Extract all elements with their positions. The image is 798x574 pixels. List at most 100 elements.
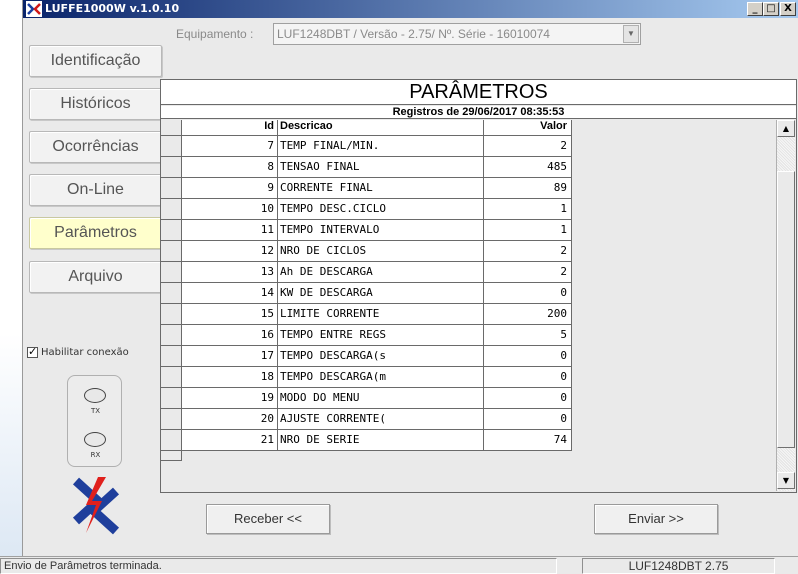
row-value-cell[interactable]: 74 (484, 430, 572, 451)
tx-rx-indicator-panel: TX RX (67, 375, 122, 467)
row-id-cell: 8 (182, 157, 278, 178)
row-description-cell: TENSAO FINAL (278, 157, 484, 178)
nav-arquivo-button[interactable]: Arquivo (29, 261, 162, 293)
row-description-cell: CORRENTE FINAL (278, 178, 484, 199)
minimize-button[interactable]: _ (747, 2, 763, 16)
row-selector[interactable] (161, 157, 182, 178)
row-description-cell: Ah DE DESCARGA (278, 262, 484, 283)
row-selector[interactable] (161, 325, 182, 346)
tx-label: TX (90, 407, 101, 415)
row-value-cell[interactable]: 485 (484, 157, 572, 178)
row-selector[interactable] (161, 199, 182, 220)
row-value-cell[interactable]: 89 (484, 178, 572, 199)
row-selector[interactable] (161, 388, 182, 409)
status-message: Envio de Parâmetros terminada. (0, 558, 557, 574)
row-value-cell[interactable]: 200 (484, 304, 572, 325)
row-id-cell: 21 (182, 430, 278, 451)
row-value-cell[interactable]: 0 (484, 346, 572, 367)
row-id-cell: 17 (182, 346, 278, 367)
row-id-cell: 11 (182, 220, 278, 241)
row-selector[interactable] (161, 409, 182, 430)
row-selector[interactable] (161, 241, 182, 262)
scroll-thumb[interactable] (777, 171, 795, 448)
background-left-strip (0, 0, 22, 556)
company-logo-icon (72, 477, 120, 535)
chevron-down-icon[interactable]: ▼ (623, 25, 639, 43)
row-id-cell: 9 (182, 178, 278, 199)
row-selector[interactable] (161, 262, 182, 283)
title-bar[interactable]: LUFFE1000W v.1.0.10 _ □ X (23, 0, 798, 18)
equipment-label: Equipamento : (176, 27, 254, 41)
nav-identificacao-button[interactable]: Identificação (29, 45, 162, 77)
receber-button[interactable]: Receber << (206, 504, 330, 534)
row-id-cell: 7 (182, 136, 278, 157)
row-description-cell: KW DE DESCARGA (278, 283, 484, 304)
row-id-cell: 12 (182, 241, 278, 262)
row-id-cell: 14 (182, 283, 278, 304)
row-value-cell[interactable]: 2 (484, 262, 572, 283)
app-icon (26, 1, 42, 17)
row-value-cell[interactable]: 0 (484, 367, 572, 388)
nav-ocorrencias-button[interactable]: Ocorrências (29, 131, 162, 163)
column-header-id[interactable]: Id (182, 120, 278, 136)
row-value-cell[interactable]: 1 (484, 199, 572, 220)
row-header-corner (161, 120, 182, 136)
row-description-cell: TEMP FINAL/MIN. (278, 136, 484, 157)
row-description-cell: MODO DO MENU (278, 388, 484, 409)
nav-historicos-button[interactable]: Históricos (29, 88, 162, 120)
column-header-valor[interactable]: Valor (484, 120, 572, 136)
row-description-cell: LIMITE CORRENTE (278, 304, 484, 325)
row-selector[interactable] (161, 220, 182, 241)
tx-led-icon (84, 388, 106, 403)
row-description-cell: NRO DE CICLOS (278, 241, 484, 262)
row-value-cell[interactable]: 5 (484, 325, 572, 346)
page-title: PARÂMETROS (161, 80, 796, 105)
row-description-cell: TEMPO ENTRE REGS (278, 325, 484, 346)
row-selector[interactable] (161, 304, 182, 325)
row-value-cell[interactable]: 0 (484, 283, 572, 304)
row-description-cell: TEMPO INTERVALO (278, 220, 484, 241)
habilitar-conexao-label: Habilitar conexão (41, 347, 129, 358)
row-value-cell[interactable]: 0 (484, 409, 572, 430)
window-title: LUFFE1000W v.1.0.10 (45, 2, 180, 15)
row-value-cell[interactable]: 0 (484, 388, 572, 409)
row-selector (161, 451, 182, 461)
scroll-down-icon[interactable]: ▼ (777, 472, 795, 489)
maximize-button[interactable]: □ (763, 2, 779, 16)
habilitar-conexao-checkbox[interactable] (27, 345, 38, 358)
status-device: LUF1248DBT 2.75 (582, 558, 775, 574)
close-button[interactable]: X (780, 2, 796, 16)
row-description-cell: TEMPO DESC.CICLO (278, 199, 484, 220)
row-id-cell: 15 (182, 304, 278, 325)
row-selector[interactable] (161, 283, 182, 304)
nav-online-button[interactable]: On-Line (29, 174, 162, 206)
row-selector[interactable] (161, 367, 182, 388)
equipment-select[interactable]: LUF1248DBT / Versão - 2.75/ Nº. Série - … (273, 23, 641, 45)
row-id-cell: 10 (182, 199, 278, 220)
row-selector[interactable] (161, 178, 182, 199)
nav-parametros-button[interactable]: Parâmetros (29, 217, 162, 249)
row-description-cell: TEMPO DESCARGA(s (278, 346, 484, 367)
row-value-cell[interactable]: 2 (484, 136, 572, 157)
rx-led-icon (84, 432, 106, 447)
scroll-up-icon[interactable]: ▲ (777, 120, 795, 137)
rx-label: RX (90, 451, 101, 459)
row-id-cell: 19 (182, 388, 278, 409)
row-selector[interactable] (161, 430, 182, 451)
row-selector[interactable] (161, 346, 182, 367)
enviar-button[interactable]: Enviar >> (594, 504, 718, 534)
row-description-cell: TEMPO DESCARGA(m (278, 367, 484, 388)
habilitar-conexao-row[interactable]: Habilitar conexão (27, 345, 129, 358)
row-selector[interactable] (161, 136, 182, 157)
row-value-cell[interactable]: 2 (484, 241, 572, 262)
equipment-value: LUF1248DBT / Versão - 2.75/ Nº. Série - … (277, 27, 550, 41)
row-id-cell: 18 (182, 367, 278, 388)
row-value-cell[interactable]: 1 (484, 220, 572, 241)
column-header-descricao[interactable]: Descricao (278, 120, 484, 136)
table-scrollbar[interactable]: ▲ ▼ (776, 120, 795, 491)
row-description-cell: NRO DE SERIE (278, 430, 484, 451)
app-window: LUFFE1000W v.1.0.10 _ □ X Identificação … (22, 0, 798, 574)
status-bar: Envio de Parâmetros terminada. LUF1248DB… (0, 556, 798, 574)
row-id-cell: 13 (182, 262, 278, 283)
row-id-cell: 16 (182, 325, 278, 346)
